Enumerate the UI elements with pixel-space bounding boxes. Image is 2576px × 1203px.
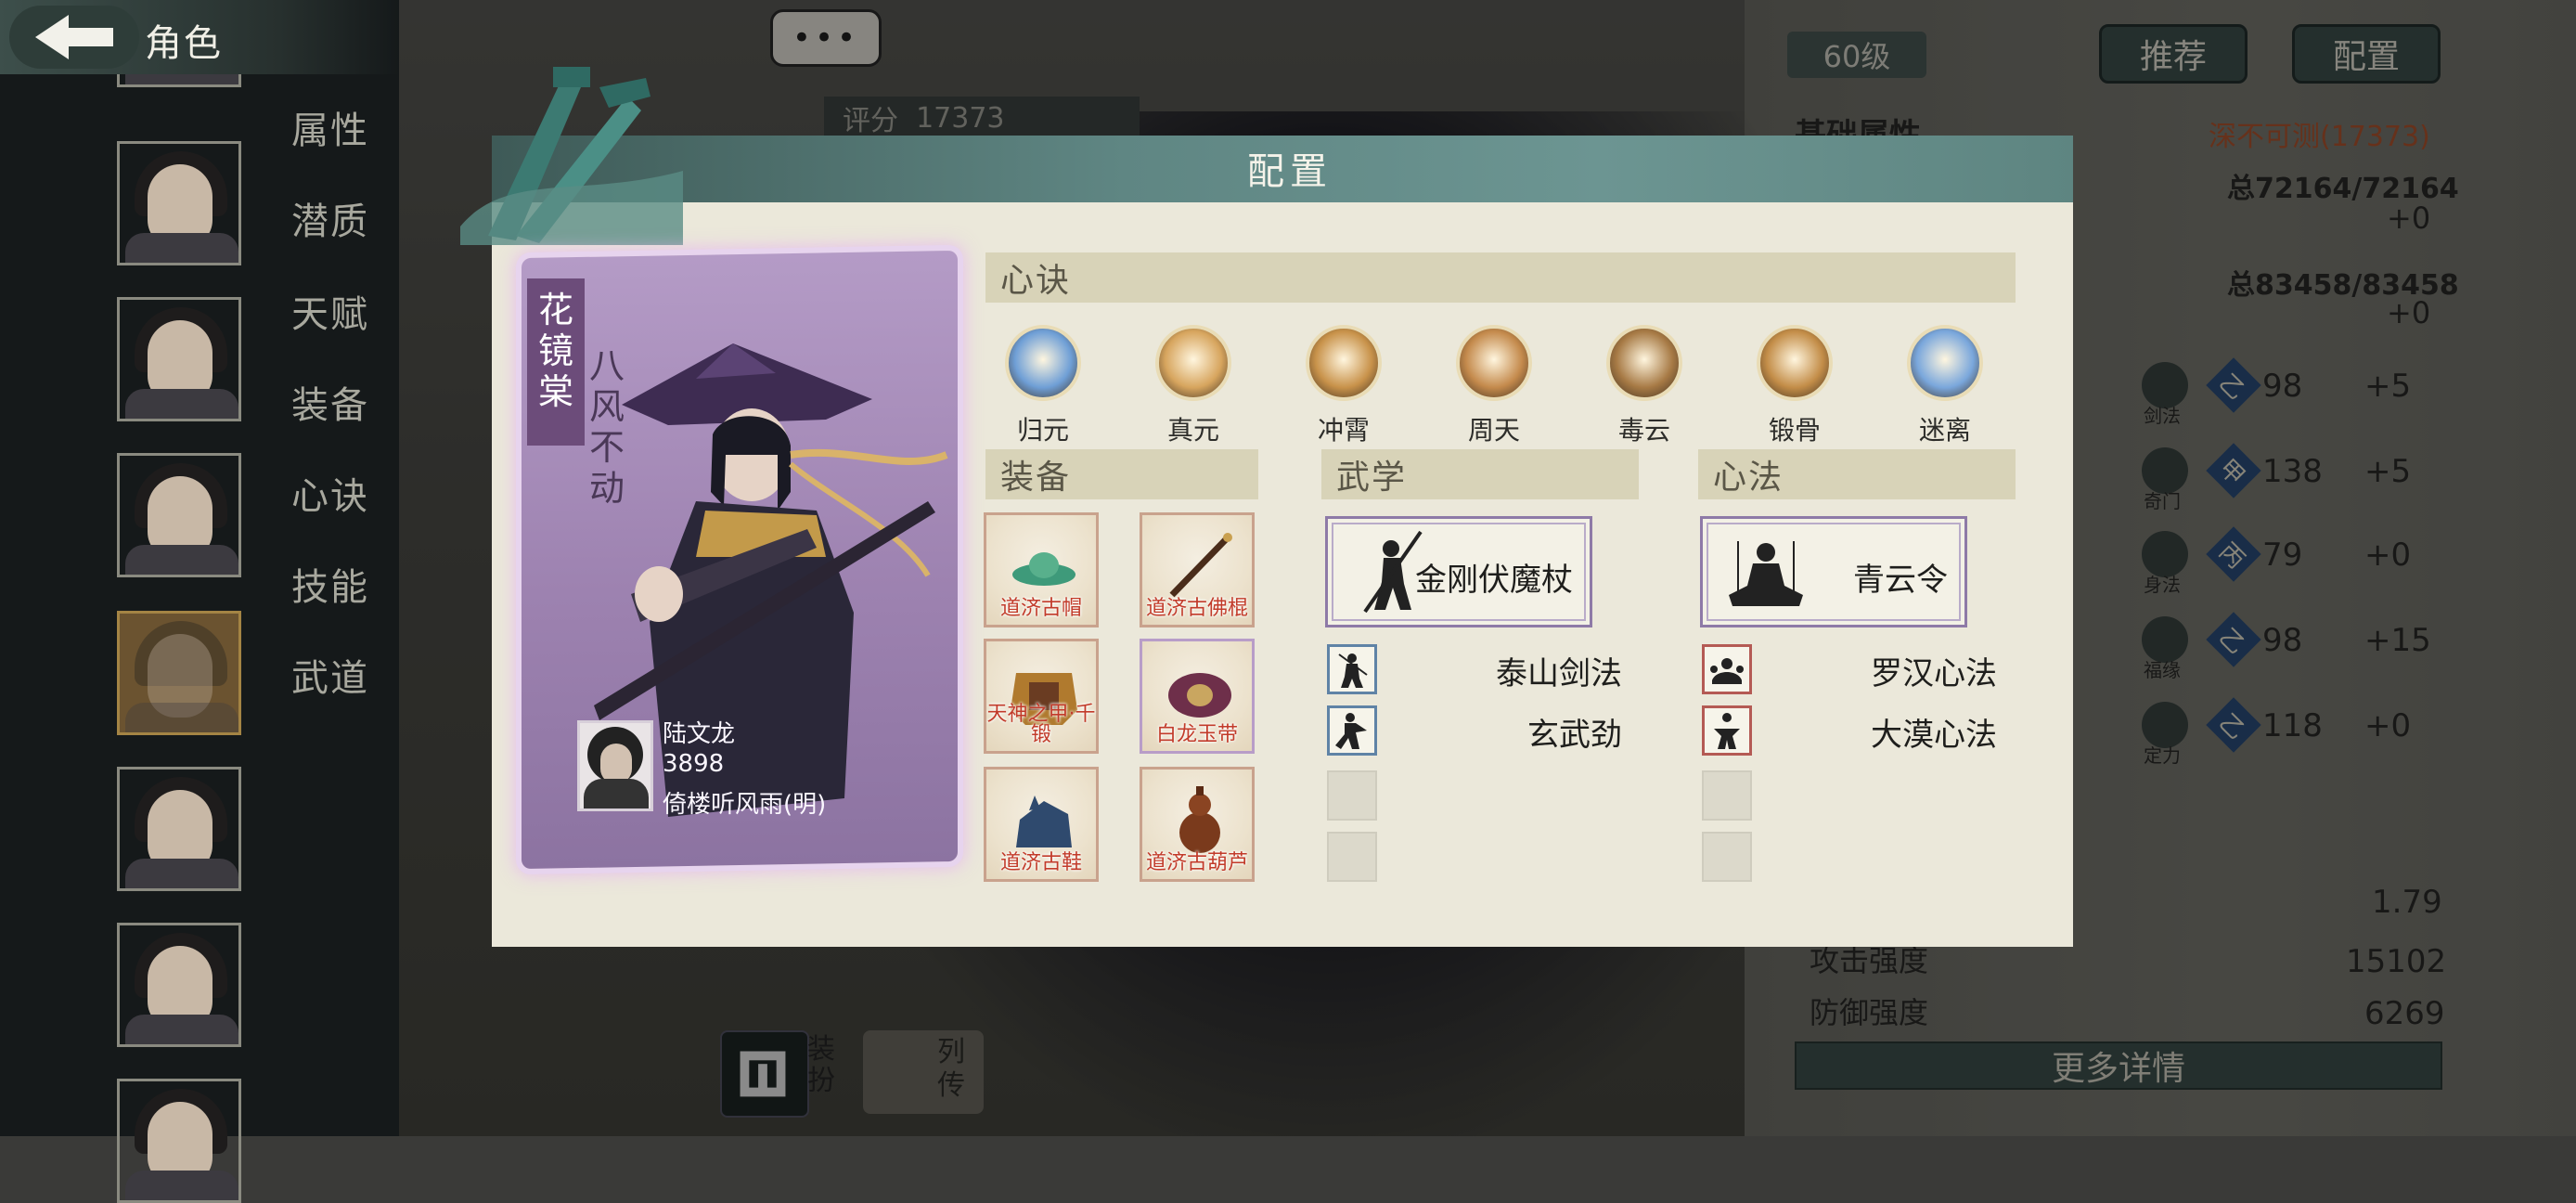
wuxue-empty-slot-1[interactable]: [1327, 770, 1377, 821]
page-title: 角色: [145, 22, 223, 65]
equipment-slot[interactable]: 道济古佛棍: [1140, 512, 1255, 627]
back-button[interactable]: [9, 6, 139, 69]
modal-title: 配置: [1247, 150, 1333, 193]
xinjue-item[interactable]: 毒云: [1604, 325, 1685, 447]
back-arrow-icon: [35, 15, 113, 59]
xinjue-item[interactable]: 周天: [1453, 325, 1535, 447]
equipment-slot[interactable]: 道济古葫芦: [1140, 767, 1255, 882]
character-portrait[interactable]: [117, 1079, 241, 1203]
sidebar-menu-item[interactable]: 技能: [291, 557, 369, 611]
equipment-icon: [1169, 533, 1232, 598]
xinjue-orb-icon: [1155, 325, 1231, 401]
wuxue-sub-slot-2[interactable]: [1327, 705, 1377, 756]
equipment-name: 道济古佛棍: [1145, 597, 1248, 620]
crossed-swords-icon: [460, 67, 683, 245]
xinjue-label: 真元: [1166, 415, 1219, 446]
character-portrait[interactable]: [117, 141, 241, 265]
equipment-slot[interactable]: 道济古帽: [984, 512, 1099, 627]
character-portrait[interactable]: [117, 923, 241, 1047]
martial-stance-icon: [1335, 713, 1367, 749]
equipment-icon: [1016, 796, 1072, 847]
xinfa-header: 心法: [1698, 449, 2016, 499]
equipment-slot[interactable]: 白龙玉带: [1140, 639, 1255, 754]
equipment-icon: [1168, 673, 1231, 718]
xinfa-sub-slot-1[interactable]: [1702, 644, 1752, 694]
xinfa-empty-slot-1[interactable]: [1702, 770, 1752, 821]
player-avatar[interactable]: [577, 720, 653, 811]
player-power: 3898: [663, 750, 725, 778]
xinjue-label: 归元: [1016, 415, 1069, 446]
xinjue-item[interactable]: 冲霄: [1303, 325, 1385, 447]
wuxue-sub-name-1: 泰山剑法: [1496, 655, 1622, 692]
character-epithet: 八风不动: [588, 345, 625, 509]
xinjue-orb-icon: [1456, 325, 1532, 401]
sword-fighter-icon: [1338, 653, 1368, 688]
equipment-name: 道济古葫芦: [1145, 851, 1248, 874]
character-name: 花镜棠: [537, 290, 573, 412]
xinjue-label: 锻骨: [1768, 415, 1821, 446]
equipment-name: 道济古帽: [999, 597, 1082, 620]
character-portrait[interactable]: [117, 453, 241, 577]
xinjue-label: 冲霄: [1317, 415, 1370, 446]
sidebar-menu-item[interactable]: 武道: [291, 648, 369, 702]
equipment-slot[interactable]: 天神之甲·千锻: [984, 639, 1099, 754]
xinjue-orb-icon: [1757, 325, 1833, 401]
character-portrait[interactable]: [117, 767, 241, 891]
xinjue-orb-icon: [1005, 325, 1081, 401]
sidebar-menu-item[interactable]: 装备: [291, 375, 369, 429]
xinjue-orb-icon: [1907, 325, 1983, 401]
equipment-icon: [1179, 786, 1220, 853]
character-portrait[interactable]: [117, 297, 241, 421]
equipment-header: 装备: [985, 449, 1258, 499]
sidebar-menu-item[interactable]: 天赋: [291, 284, 369, 338]
xinjue-label: 毒云: [1617, 415, 1670, 446]
desert-warrior-icon: [1714, 713, 1740, 749]
wuxue-sub-slot-1[interactable]: [1327, 644, 1377, 694]
wuxue-main-slot[interactable]: 金刚伏魔杖: [1325, 516, 1592, 627]
xinfa-sub-name-1: 罗汉心法: [1871, 655, 1997, 692]
wuxue-header: 武学: [1321, 449, 1639, 499]
sidebar-menu-item[interactable]: 属性: [291, 100, 369, 154]
xinfa-sub-slot-2[interactable]: [1702, 705, 1752, 756]
xinjue-header: 心诀: [985, 252, 2016, 303]
xinjue-item[interactable]: 锻骨: [1754, 325, 1835, 447]
equipment-icon: [1012, 552, 1075, 586]
sidebar-menu-item[interactable]: 心诀: [291, 466, 369, 520]
xinjue-orb-icon: [1306, 325, 1382, 401]
xinjue-item[interactable]: 真元: [1153, 325, 1234, 447]
player-name: 陆文龙: [663, 720, 736, 748]
equipment-name: 天神之甲·千锻: [986, 703, 1096, 746]
arhat-icon: [1710, 658, 1744, 684]
sidebar-menu-item[interactable]: 潜质: [291, 191, 369, 245]
wuxue-empty-slot-2[interactable]: [1327, 832, 1377, 882]
xinfa-main-slot[interactable]: 青云令: [1700, 516, 1967, 627]
xinjue-label: 周天: [1467, 415, 1520, 446]
xinfa-main-name: 青云令: [1853, 562, 1948, 599]
character-portrait[interactable]: [117, 611, 241, 735]
equipment-slot[interactable]: 道济古鞋: [984, 767, 1099, 882]
wuxue-main-name: 金刚伏魔杖: [1415, 562, 1573, 599]
xinjue-label: 迷离: [1918, 415, 1971, 446]
xinjue-item[interactable]: 归元: [1002, 325, 1084, 447]
xinjue-orb-icon: [1606, 325, 1682, 401]
wuxue-sub-name-2: 玄武劲: [1527, 717, 1622, 754]
equipment-name: 白龙玉带: [1155, 723, 1238, 746]
player-server: 倚楼听风雨(明): [663, 791, 827, 819]
xinfa-empty-slot-2[interactable]: [1702, 832, 1752, 882]
equipment-name: 道济古鞋: [999, 851, 1082, 874]
xinjue-item[interactable]: 迷离: [1904, 325, 1986, 447]
xinfa-sub-name-2: 大漠心法: [1871, 717, 1997, 754]
meditating-monk-icon: [1729, 541, 1803, 606]
